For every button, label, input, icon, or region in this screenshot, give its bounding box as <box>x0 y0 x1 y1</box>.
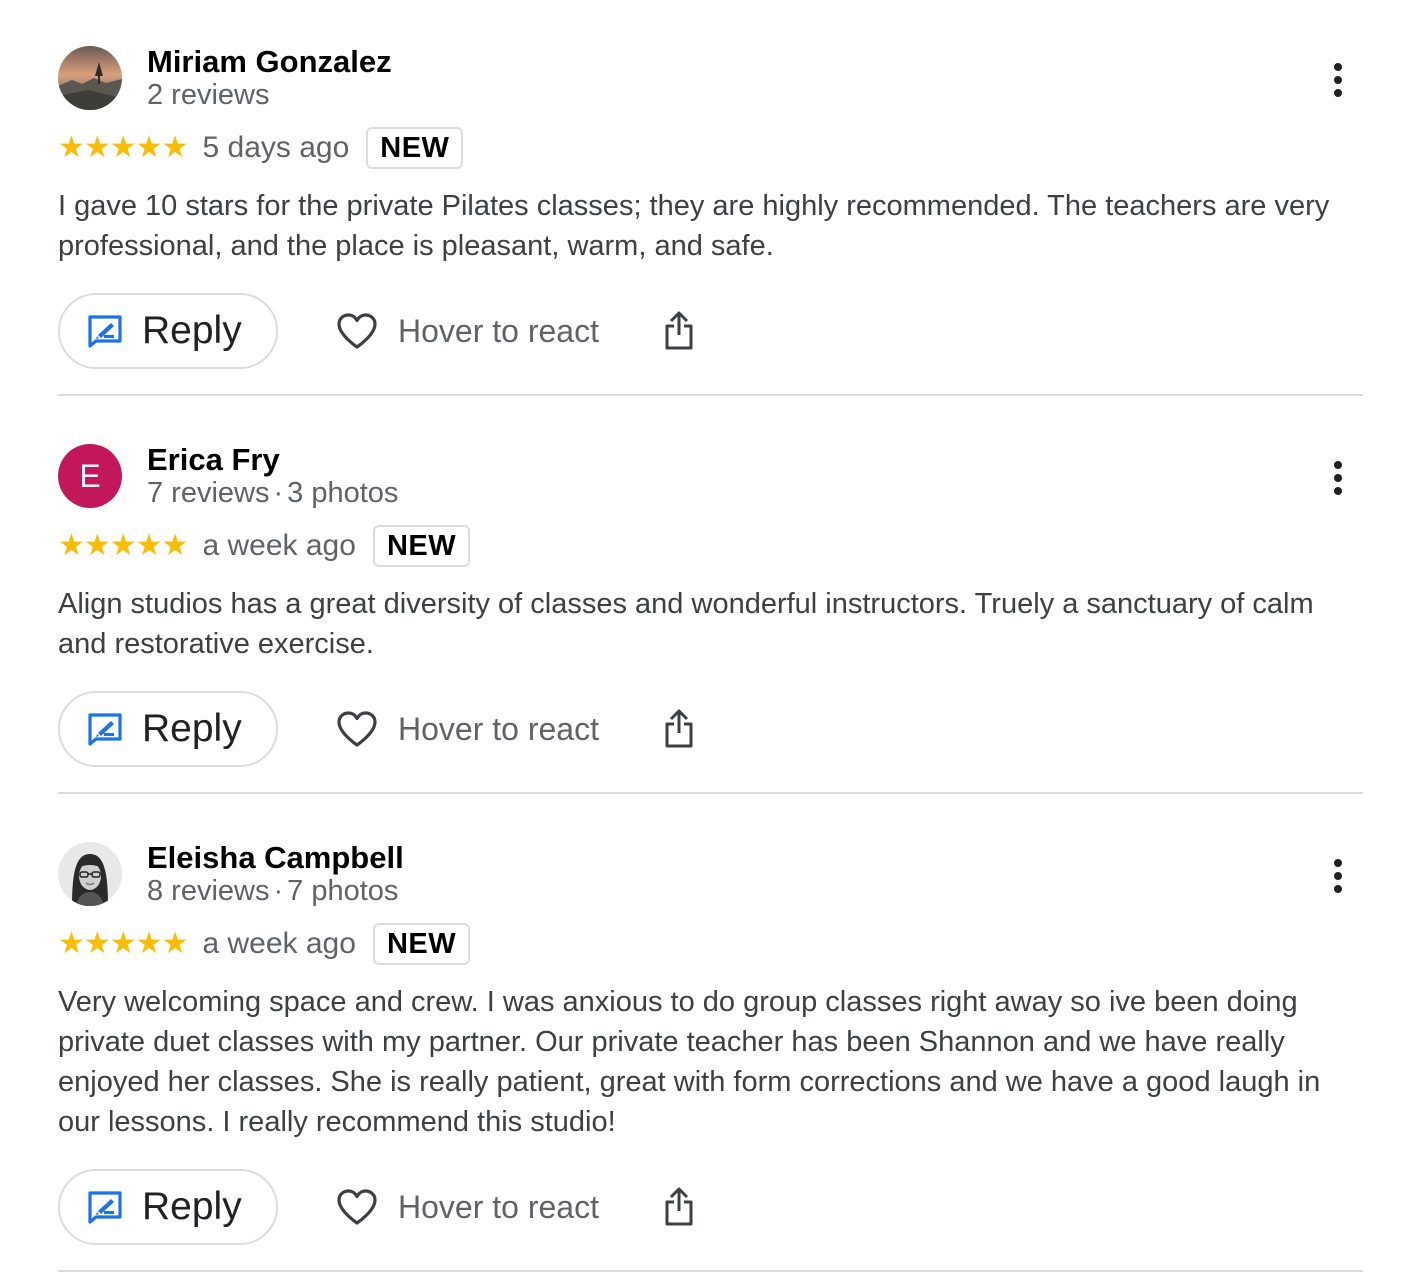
review-actions: Reply Hover to react <box>58 293 758 369</box>
review-actions: Reply Hover to react <box>58 1169 758 1245</box>
more-vert-icon <box>1334 859 1342 893</box>
reply-label: Reply <box>142 707 242 750</box>
divider <box>58 1270 1363 1272</box>
react-label: Hover to react <box>398 312 599 349</box>
more-vert-icon <box>1334 63 1342 97</box>
reply-button[interactable]: Reply <box>58 293 278 369</box>
new-badge: NEW <box>366 127 464 169</box>
reply-label: Reply <box>142 309 242 352</box>
more-options-button[interactable] <box>1322 856 1354 896</box>
review-text: I gave 10 stars for the private Pilates … <box>58 190 1330 262</box>
react-button[interactable]: Hover to react <box>336 1169 599 1245</box>
heart-icon <box>337 1189 377 1225</box>
review-time: a week ago <box>202 529 356 562</box>
reply-button[interactable]: Reply <box>58 1169 278 1245</box>
rating-row: ★★★★★ 5 days ago NEW <box>58 126 464 170</box>
share-icon <box>665 709 693 748</box>
rating-row: ★★★★★ a week ago NEW <box>58 524 471 568</box>
react-label: Hover to react <box>398 710 599 747</box>
review-card: E Erica Fry 7 reviews · 3 photos ★★★★★ a w… <box>58 398 1363 796</box>
heart-icon <box>337 313 377 349</box>
avatar[interactable]: E <box>58 444 122 508</box>
new-badge: NEW <box>372 923 471 965</box>
new-badge: NEW <box>372 525 471 567</box>
reviews-count: 7 reviews <box>147 477 270 509</box>
avatar[interactable] <box>58 46 122 110</box>
reviewer-meta: 7 reviews · 3 photos <box>147 475 398 511</box>
avatar[interactable] <box>58 842 122 906</box>
reply-label: Reply <box>142 1185 242 1228</box>
reply-icon <box>88 713 122 746</box>
reviews-count: 2 reviews <box>147 79 270 111</box>
share-button[interactable] <box>661 705 697 753</box>
review-time: 5 days ago <box>202 131 350 164</box>
react-button[interactable]: Hover to react <box>336 293 599 369</box>
review-time: a week ago <box>202 927 356 960</box>
react-button[interactable]: Hover to react <box>336 691 599 767</box>
avatar-letter: E <box>79 457 101 494</box>
more-vert-icon <box>1334 461 1342 495</box>
photos-count: 7 photos <box>287 875 399 907</box>
react-label: Hover to react <box>398 1188 599 1225</box>
separator-dot: · <box>273 875 284 907</box>
reviews-count: 8 reviews <box>147 875 270 907</box>
reply-icon <box>88 1191 122 1224</box>
share-icon <box>665 311 693 350</box>
divider <box>58 792 1363 794</box>
star-rating: ★★★★★ <box>58 529 188 562</box>
review-text: Very welcoming space and crew. I was anx… <box>58 986 1321 1138</box>
reviewer-meta: 8 reviews · 7 photos <box>147 873 398 909</box>
rating-row: ★★★★★ a week ago NEW <box>58 922 471 966</box>
reviewer-name[interactable]: Miriam Gonzalez <box>147 44 392 80</box>
separator-dot: · <box>273 477 284 509</box>
review-card: Miriam Gonzalez 2 reviews ★★★★★ 5 days a… <box>58 0 1363 398</box>
reply-icon <box>88 315 122 348</box>
more-options-button[interactable] <box>1322 458 1354 498</box>
share-button[interactable] <box>661 307 697 355</box>
review-actions: Reply Hover to react <box>58 691 758 767</box>
review-card: Eleisha Campbell 8 reviews · 7 photos ★★★★… <box>58 796 1363 1272</box>
star-rating: ★★★★★ <box>58 927 188 960</box>
heart-icon <box>337 711 377 747</box>
reviewer-name[interactable]: Eleisha Campbell <box>147 840 404 876</box>
reply-button[interactable]: Reply <box>58 691 278 767</box>
reviewer-meta: 2 reviews <box>147 77 270 113</box>
more-options-button[interactable] <box>1322 60 1354 100</box>
reviewer-name[interactable]: Erica Fry <box>147 442 280 478</box>
divider <box>58 394 1363 396</box>
review-text: Align studios has a great diversity of c… <box>58 588 1314 660</box>
share-icon <box>665 1187 693 1226</box>
photos-count: 3 photos <box>287 477 399 509</box>
star-rating: ★★★★★ <box>58 131 188 164</box>
share-button[interactable] <box>661 1183 697 1231</box>
